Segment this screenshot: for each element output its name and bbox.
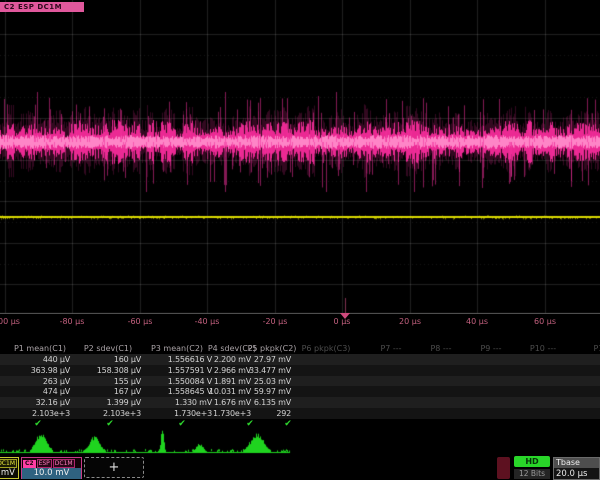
timebase-value: 20.0 µs	[554, 468, 599, 480]
measurement-table: P1 mean(C1)440 µV363.98 µV263 µV474 µV32…	[0, 0, 600, 480]
measure-value-mean: 33.477 mV	[91, 366, 291, 375]
measure-status-ok-icon: ✔	[106, 420, 114, 429]
measure-header[interactable]: P10 ---	[530, 344, 556, 353]
measure-header[interactable]: P11	[593, 344, 600, 353]
channel-c2-descriptor[interactable]: C2 ESP DC1M 10.0 mV	[21, 457, 82, 479]
c2-scale-value: 10.0 mV	[22, 468, 81, 479]
c1-scale-value: 0 mV	[0, 468, 18, 479]
c1-coupling-badge: DC1M	[0, 459, 17, 468]
zoom-trace-canvas	[0, 430, 600, 458]
measure-status-ok-icon: ✔	[178, 420, 186, 429]
measure-status-ok-icon: ✔	[246, 420, 254, 429]
measure-header[interactable]: P8 ---	[430, 344, 451, 353]
plus-icon: +	[109, 460, 120, 475]
c2-coupling-badge: DC1M	[53, 459, 75, 468]
timebase-title: Tbase	[554, 458, 599, 468]
measure-header[interactable]: P5 pkpk(C2)	[248, 344, 297, 353]
measure-value-min: 25.03 mV	[91, 377, 291, 386]
hd-mode-badge[interactable]: HD	[514, 456, 550, 467]
measure-header[interactable]: P9 ---	[480, 344, 501, 353]
measure-value-sdev: 6.135 mV	[91, 398, 291, 407]
measure-header[interactable]: P1 mean(C1)	[14, 344, 66, 353]
hd-bits-label: 12 Bits	[514, 469, 550, 479]
measure-value-num: 292	[91, 409, 291, 418]
c2-channel-badge: C2	[23, 460, 36, 468]
measure-header[interactable]: P3 mean(C2)	[151, 344, 203, 353]
oscilloscope-screen: C2 ESP DC1M -100 µs-80 µs-60 µs-40 µs-20…	[0, 0, 600, 480]
measure-header[interactable]: P6 pkpk(C3)	[302, 344, 351, 353]
measure-status-ok-icon: ✔	[34, 420, 42, 429]
measure-header[interactable]: P7 ---	[380, 344, 401, 353]
measure-header[interactable]: P2 sdev(C1)	[84, 344, 132, 353]
trigger-descriptor-partial[interactable]	[497, 457, 510, 479]
add-trace-button[interactable]: +	[84, 457, 144, 478]
measure-value-max: 59.97 mV	[91, 387, 291, 396]
channel-c1-descriptor[interactable]: DC1M 0 mV	[0, 457, 19, 479]
c2-esp-badge: ESP	[37, 459, 52, 468]
timebase-descriptor[interactable]: Tbase 20.0 µs	[553, 457, 600, 480]
measure-value-value: 27.97 mV	[91, 355, 291, 364]
measure-status-ok-icon: ✔	[284, 420, 292, 429]
